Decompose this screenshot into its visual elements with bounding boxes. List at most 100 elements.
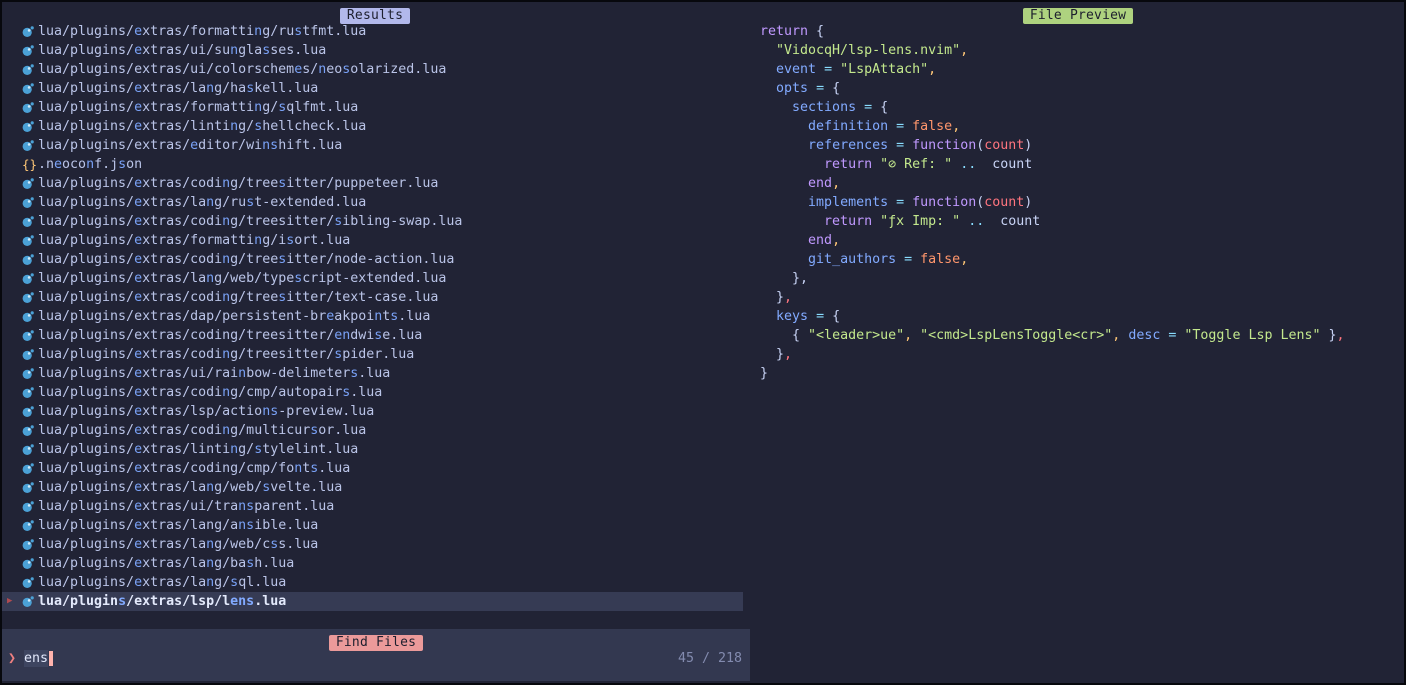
file-path: lua/plugins/extras/editor/winshift.lua xyxy=(38,138,342,153)
file-path: lua/plugins/extras/lang/web/css.lua xyxy=(38,537,318,552)
file-icon-box xyxy=(22,558,38,570)
file-icon-box xyxy=(22,577,38,589)
match-highlight: e xyxy=(134,81,142,96)
file-path: lua/plugins/extras/lang/rust-extended.lu… xyxy=(38,195,366,210)
file-icon-box xyxy=(22,463,38,475)
result-row[interactable]: ▶lua/plugins/extras/lsp/actions-preview.… xyxy=(2,402,743,421)
file-icon-box xyxy=(22,482,38,494)
result-row[interactable]: ▶lua/plugins/extras/lang/web/typescript-… xyxy=(2,269,743,288)
result-row[interactable]: ▶lua/plugins/extras/lang/web/css.lua xyxy=(2,535,743,554)
result-row[interactable]: ▶lua/plugins/extras/formatting/sqlfmt.lu… xyxy=(2,98,743,117)
result-row[interactable]: ▶lua/plugins/extras/coding/treesitter/en… xyxy=(2,326,743,345)
result-row[interactable]: ▶lua/plugins/extras/coding/treesitter/no… xyxy=(2,250,743,269)
match-highlight: s xyxy=(118,157,126,172)
match-highlight: e xyxy=(134,480,142,495)
file-icon-box xyxy=(22,273,38,285)
file-path: lua/plugins/extras/formatting/rustfmt.lu… xyxy=(38,24,366,39)
match-highlight: s xyxy=(118,594,126,609)
prompt-title-wrap: Find Files xyxy=(2,631,750,651)
code-line: opts = { xyxy=(760,79,1345,98)
result-row[interactable]: ▶lua/plugins/extras/dap/persistent-break… xyxy=(2,307,743,326)
result-counter: 45 / 218 xyxy=(678,649,742,668)
file-icon-box xyxy=(22,539,38,551)
code-line: keys = { xyxy=(760,307,1345,326)
file-icon-box xyxy=(22,292,38,304)
result-row[interactable]: ▶lua/plugins/extras/ui/sunglasses.lua xyxy=(2,41,743,60)
match-highlight: e xyxy=(134,290,142,305)
lua-icon xyxy=(22,292,34,304)
result-row[interactable]: ▶lua/plugins/extras/coding/treesitter/sp… xyxy=(2,345,743,364)
match-highlight: e xyxy=(134,43,142,58)
lua-icon xyxy=(22,463,34,475)
lua-icon xyxy=(22,216,34,228)
result-row[interactable]: ▶lua/plugins/extras/ui/rainbow-delimeter… xyxy=(2,364,743,383)
file-icon-box xyxy=(22,444,38,456)
match-highlight: e xyxy=(134,119,142,134)
code-line: } xyxy=(760,364,1345,383)
result-row[interactable]: ▶lua/plugins/extras/lang/ansible.lua xyxy=(2,516,743,535)
result-row[interactable]: ▶lua/plugins/extras/linting/stylelint.lu… xyxy=(2,440,743,459)
result-row[interactable]: ▶lua/plugins/extras/coding/cmp/autopairs… xyxy=(2,383,743,402)
result-row[interactable]: ▶lua/plugins/extras/editor/winshift.lua xyxy=(2,136,743,155)
match-highlight: e xyxy=(134,347,142,362)
match-highlight: ens xyxy=(230,594,254,609)
result-row[interactable]: ▶lua/plugins/extras/coding/treesitter/te… xyxy=(2,288,743,307)
file-path: lua/plugins/extras/ui/sunglasses.lua xyxy=(38,43,326,58)
json-icon: {} xyxy=(22,159,37,171)
code-line: sections = { xyxy=(760,98,1345,117)
file-path: lua/plugins/extras/coding/treesitter/nod… xyxy=(38,252,454,267)
result-row[interactable]: ▶lua/plugins/extras/lang/sql.lua xyxy=(2,573,743,592)
match-highlight: n xyxy=(206,81,214,96)
match-highlight: n xyxy=(222,252,230,267)
match-highlight: n xyxy=(230,119,238,134)
match-highlight: n xyxy=(222,290,230,305)
result-row[interactable]: ▶lua/plugins/extras/ui/colorschemes/neos… xyxy=(2,60,743,79)
result-row[interactable]: ▶lua/plugins/extras/linting/shellcheck.l… xyxy=(2,117,743,136)
lua-icon xyxy=(22,349,34,361)
match-highlight: e xyxy=(134,537,142,552)
result-row[interactable]: ▶lua/plugins/extras/lang/web/svelte.lua xyxy=(2,478,743,497)
result-row[interactable]: ▶lua/plugins/extras/coding/multicursor.l… xyxy=(2,421,743,440)
match-highlight: e xyxy=(134,233,142,248)
text-cursor xyxy=(49,651,53,666)
search-input[interactable]: ❯ ens xyxy=(8,649,53,668)
result-row[interactable]: ▶lua/plugins/extras/lsp/lens.lua xyxy=(2,592,743,611)
result-row[interactable]: ▶lua/plugins/extras/coding/treesitter/si… xyxy=(2,212,743,231)
match-highlight: ns xyxy=(238,518,254,533)
result-row[interactable]: ▶lua/plugins/extras/ui/transparent.lua xyxy=(2,497,743,516)
result-row[interactable]: ▶lua/plugins/extras/coding/treesitter/pu… xyxy=(2,174,743,193)
match-highlight: n xyxy=(206,195,214,210)
search-query-text: ens xyxy=(24,650,48,667)
match-highlight: n xyxy=(222,347,230,362)
result-row[interactable]: ▶lua/plugins/extras/lang/haskell.lua xyxy=(2,79,743,98)
result-row[interactable]: ▶lua/plugins/extras/lang/bash.lua xyxy=(2,554,743,573)
match-highlight: n xyxy=(230,43,238,58)
match-highlight: ns xyxy=(238,499,254,514)
match-highlight: e xyxy=(134,385,142,400)
lua-icon xyxy=(22,387,34,399)
file-path: lua/plugins/extras/formatting/sqlfmt.lua xyxy=(38,100,358,115)
result-row[interactable]: ▶lua/plugins/extras/formatting/rustfmt.l… xyxy=(2,22,743,41)
match-highlight: n xyxy=(222,385,230,400)
lua-icon xyxy=(22,539,34,551)
match-highlight: n xyxy=(206,537,214,552)
result-row[interactable]: ▶lua/plugins/extras/coding/cmp/fonts.lua xyxy=(2,459,743,478)
file-path: lua/plugins/extras/ui/rainbow-delimeters… xyxy=(38,366,390,381)
match-highlight: n xyxy=(222,176,230,191)
match-highlight: n xyxy=(206,480,214,495)
result-row[interactable]: ▶lua/plugins/extras/formatting/isort.lua xyxy=(2,231,743,250)
match-highlight: e xyxy=(134,575,142,590)
file-icon-box xyxy=(22,596,38,608)
lua-icon xyxy=(22,501,34,513)
file-path: lua/plugins/extras/coding/cmp/fonts.lua xyxy=(38,461,350,476)
file-path: .neoconf.json xyxy=(38,157,142,172)
result-row[interactable]: ▶lua/plugins/extras/lang/rust-extended.l… xyxy=(2,193,743,212)
code-line: { "<leader>ue", "<cmd>LspLensToggle<cr>"… xyxy=(760,326,1345,345)
file-icon-box xyxy=(22,520,38,532)
result-row[interactable]: ▶{}.neoconf.json xyxy=(2,155,743,174)
file-icon-box xyxy=(22,349,38,361)
file-path: lua/plugins/extras/lsp/lens.lua xyxy=(38,594,286,609)
results-title-wrap: Results xyxy=(0,4,750,24)
file-icon-box xyxy=(22,406,38,418)
file-icon-box xyxy=(22,368,38,380)
